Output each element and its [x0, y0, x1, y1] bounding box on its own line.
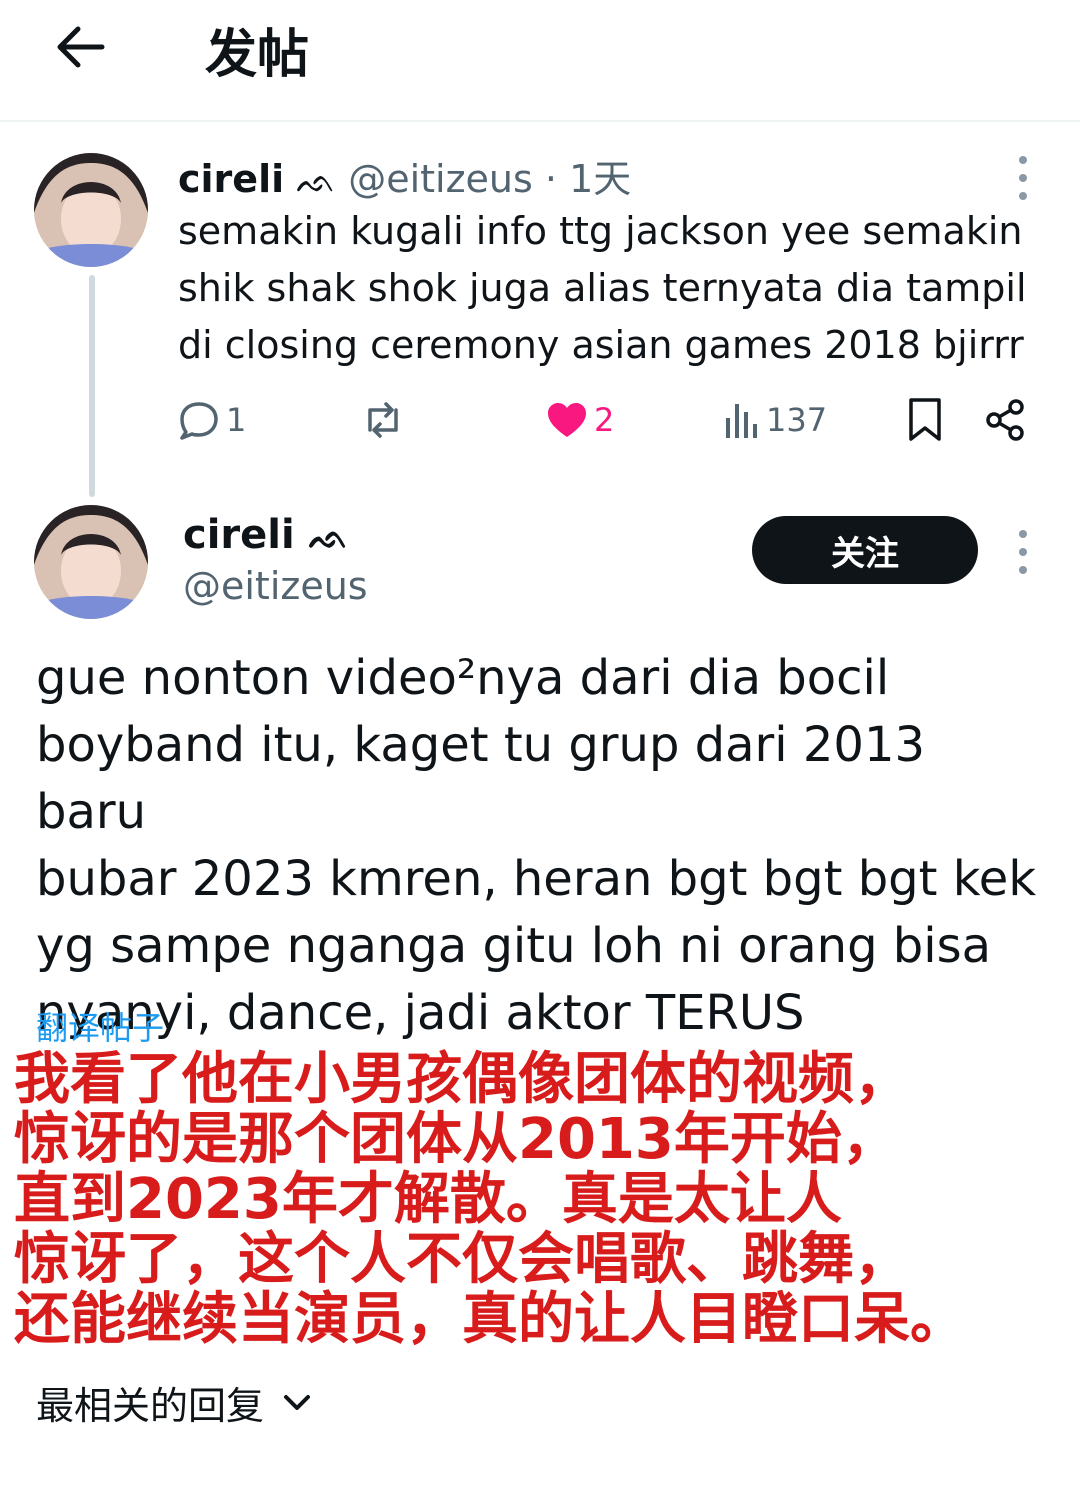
overlay-caption: 我看了他在小男孩偶像团体的视频， 惊讶的是那个团体从2013年开始， 直到202… — [14, 1050, 1074, 1350]
reply-icon — [180, 402, 218, 440]
page-title: 发帖 — [205, 25, 310, 85]
caption-line: 惊讶了，这个人不仅会唱歌、跳舞， — [14, 1227, 910, 1292]
author-handle[interactable]: @eitizeus — [348, 157, 533, 201]
caption-line: 惊讶的是那个团体从2013年开始， — [14, 1107, 898, 1172]
arrow-left-icon — [57, 26, 105, 68]
replies-sort-label: 最相关的回复 — [36, 1384, 265, 1428]
post-text-line: di closing ceremony asian games 2018 bji… — [178, 323, 1024, 367]
heart-icon — [548, 403, 586, 437]
main-post-text: gue nonton video²nya dari dia bocil boyb… — [36, 645, 1046, 1047]
avatar[interactable] — [34, 153, 148, 267]
ribbon-badge: ᨒ — [296, 162, 337, 200]
author-handle[interactable]: @eitizeus — [183, 564, 368, 608]
post-text-line: nyanyi, dance, jadi aktor TERUS — [36, 985, 805, 1041]
caption-line: 直到2023年才解散。真是太让人 — [14, 1167, 842, 1232]
avatar-photo — [34, 505, 148, 619]
back-button[interactable] — [50, 22, 110, 72]
like-count: 2 — [594, 401, 615, 439]
more-options-icon[interactable] — [1013, 156, 1033, 200]
parent-post-header: cireli ᨒ @eitizeus · 1天 — [178, 148, 631, 203]
avatar-photo — [34, 153, 148, 267]
repost-button[interactable] — [360, 395, 412, 445]
author-name-text: cireli — [183, 512, 295, 558]
post-time[interactable]: 1天 — [569, 157, 631, 201]
bookmark-icon — [909, 398, 941, 441]
post-text-line: shik shak shok juga alias ternyata dia t… — [178, 266, 1027, 310]
reply-count: 1 — [226, 401, 247, 439]
caption-line: 还能继续当演员，真的让人目瞪口呆。 — [14, 1287, 966, 1352]
author-name[interactable]: cireli — [178, 157, 284, 201]
top-bar: 发帖 — [0, 0, 1080, 122]
translate-post-link[interactable]: 翻译帖子 — [36, 1003, 164, 1049]
avatar[interactable] — [34, 505, 148, 619]
ribbon-badge: ᨒ — [308, 518, 349, 556]
chevron-down-icon — [284, 1394, 311, 1410]
author-name[interactable]: cireli ᨒ — [183, 512, 349, 558]
follow-button[interactable]: 关注 — [752, 516, 978, 584]
share-icon — [986, 399, 1024, 441]
more-options-icon[interactable] — [1013, 530, 1033, 574]
post-text-line: boyband itu, kaget tu grup dari 2013 bar… — [36, 717, 926, 840]
thread-connector — [89, 275, 95, 497]
post-text-line: gue nonton video²nya dari dia bocil — [36, 650, 890, 706]
post-text-line: yg sampe nganga gitu loh ni orang bisa — [36, 918, 992, 974]
bookmark-button[interactable] — [906, 395, 944, 445]
repost-icon — [368, 402, 398, 438]
reply-button[interactable]: 1 — [178, 395, 246, 445]
post-text-line: bubar 2023 kmren, heran bgt bgt bgt kek — [36, 851, 1037, 907]
replies-sort-dropdown[interactable]: 最相关的回复 — [36, 1375, 312, 1430]
separator: · — [544, 157, 557, 201]
parent-post-text: semakin kugali info ttg jackson yee sema… — [178, 203, 1048, 374]
share-button[interactable] — [984, 395, 1026, 445]
bar-chart-icon — [726, 404, 757, 438]
view-count: 137 — [766, 401, 828, 439]
like-button[interactable]: 2 — [546, 395, 614, 445]
post-text-line: semakin kugali info ttg jackson yee sema… — [178, 209, 1023, 253]
views-button[interactable]: 137 — [724, 395, 827, 445]
caption-line: 我看了他在小男孩偶像团体的视频， — [14, 1047, 910, 1112]
